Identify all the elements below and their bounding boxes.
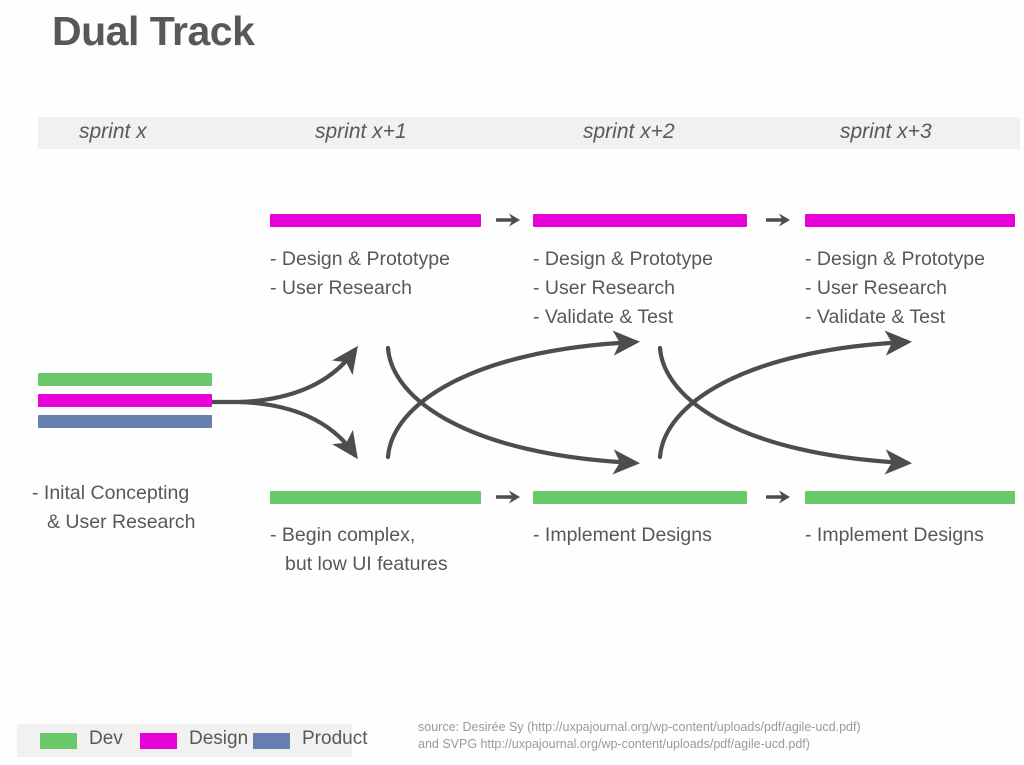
bar-sprintx3-dev xyxy=(805,491,1015,504)
bar-sprintx2-design xyxy=(533,214,747,227)
legend: Dev Design Product xyxy=(17,724,367,757)
sprintx1-dev-line-0: - Begin complex, xyxy=(270,524,416,546)
bar-sprintx1-dev xyxy=(270,491,481,504)
source-attribution: source: Desirée Sy (http://uxpajournal.o… xyxy=(418,719,861,753)
sprint-header-label-2: sprint x+2 xyxy=(583,120,675,143)
flow-arrow-fork-up xyxy=(237,345,358,405)
slide-canvas: Dual Track sprint x sprint x+1 sprint x+… xyxy=(0,0,1024,765)
sprintx2-design-line-1: - User Research xyxy=(533,277,675,299)
straight-arrow-design-1 xyxy=(496,213,520,227)
legend-swatch-design xyxy=(140,733,177,749)
sprintx3-design-line-0: - Design & Prototype xyxy=(805,248,985,270)
sprintx2-design-line-0: - Design & Prototype xyxy=(533,248,713,270)
sprintx3-dev-text-block: - Implement Designs xyxy=(805,521,984,550)
sprintx-text-line-0: - Inital Concepting xyxy=(32,482,190,504)
bar-sprintx-design xyxy=(38,394,212,407)
sprint-header-band: sprint x sprint x+1 sprint x+2 sprint x+… xyxy=(38,117,1020,149)
legend-item-dev: Dev xyxy=(40,724,123,757)
sprint-header-label-0: sprint x xyxy=(79,120,147,143)
source-line-1: source: Desirée Sy (http://uxpajournal.o… xyxy=(418,720,861,734)
bar-sprintx2-dev xyxy=(533,491,747,504)
legend-label-dev: Dev xyxy=(89,728,123,749)
source-line-2: and SVPG http://uxpajournal.org/wp-conte… xyxy=(418,737,810,751)
legend-label-product: Product xyxy=(302,728,368,749)
sprintx2-dev-line-0: - Implement Designs xyxy=(533,524,712,546)
flow-arrow-cross-up-2 xyxy=(657,330,913,460)
straight-arrow-dev-1 xyxy=(496,490,520,504)
sprintx3-design-line-2: - Validate & Test xyxy=(805,306,946,328)
legend-swatch-product xyxy=(253,733,290,749)
sprintx1-design-line-0: - Design & Prototype xyxy=(270,248,450,270)
sprintx-text-line-1: & User Research xyxy=(47,511,196,533)
sprintx2-dev-text-block: - Implement Designs xyxy=(533,521,712,550)
sprint-header-label-3: sprint x+3 xyxy=(840,120,932,143)
page-title: Dual Track xyxy=(52,8,255,54)
sprintx-text-block: - Inital Concepting & User Research xyxy=(32,479,195,537)
legend-item-design: Design xyxy=(140,724,250,757)
legend-item-product: Product xyxy=(253,724,368,757)
sprintx1-dev-text-block: - Begin complex, but low UI features xyxy=(270,521,448,579)
flow-arrow-cross-down-1 xyxy=(385,345,641,475)
sprintx1-design-line-1: - User Research xyxy=(270,277,412,299)
flow-arrow-cross-down-2 xyxy=(657,345,913,475)
bar-sprintx3-design xyxy=(805,214,1015,227)
flow-arrow-cross-up-1 xyxy=(385,330,641,460)
sprintx1-dev-line-1: but low UI features xyxy=(285,553,448,575)
sprintx1-design-text-block: - Design & Prototype - User Research xyxy=(270,245,450,303)
sprintx3-design-text-block: - Design & Prototype - User Research - V… xyxy=(805,245,985,332)
straight-arrow-design-2 xyxy=(766,213,790,227)
sprintx3-design-line-1: - User Research xyxy=(805,277,947,299)
sprintx2-design-line-2: - Validate & Test xyxy=(533,306,674,328)
sprintx2-design-text-block: - Design & Prototype - User Research - V… xyxy=(533,245,713,332)
bar-sprintx-dev xyxy=(38,373,212,386)
legend-swatch-dev xyxy=(40,733,77,749)
bar-sprintx1-design xyxy=(270,214,481,227)
legend-label-design: Design xyxy=(189,728,249,749)
bar-sprintx-product xyxy=(38,415,212,428)
sprintx3-dev-line-0: - Implement Designs xyxy=(805,524,984,546)
sprint-header-label-1: sprint x+1 xyxy=(315,120,407,143)
straight-arrow-dev-2 xyxy=(766,490,790,504)
flow-arrow-fork-down xyxy=(237,399,358,460)
